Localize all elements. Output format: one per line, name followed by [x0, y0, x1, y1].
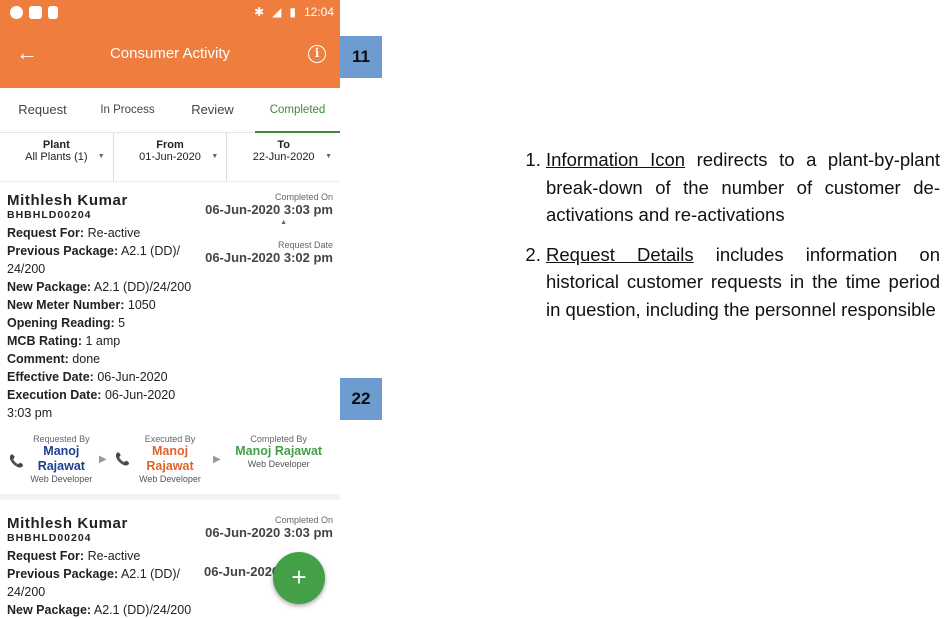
mcb-rating-row: MCB Rating: 1 amp [7, 334, 121, 348]
status-tabs: Request In Process Review Completed [0, 88, 340, 133]
caret-down-icon: ▼ [211, 153, 219, 160]
to-date-label: To [277, 139, 290, 151]
completed-on-value: 06-Jun-2020 3:03 pm [205, 202, 333, 217]
spotify-icon [10, 5, 23, 19]
note-link-information-icon: Information Icon [546, 149, 686, 170]
opening-reading-row: Opening Reading: 5 [7, 316, 126, 330]
tab-request[interactable]: Request [0, 88, 85, 132]
phone-icon[interactable]: 📞 [9, 454, 24, 468]
phone-app-icon [48, 5, 58, 19]
from-date-filter[interactable]: From 01-Jun-2020 ▼ [112, 133, 227, 181]
status-left-icons [10, 5, 58, 19]
to-date-filter[interactable]: To 22-Jun-2020 ▼ [226, 133, 340, 181]
executed-by-label: Executed By [144, 434, 196, 444]
from-date-value: 01-Jun-2020 [139, 151, 201, 163]
request-date-label: Request Date [277, 240, 333, 250]
executed-by: Executed By Manoj Rajawat Web Developer [116, 434, 225, 484]
notes-panel: Information Icon redirects to a plant-by… [508, 146, 940, 335]
execution-date-row: Execution Date: 06-Jun-2020 3:03 pm [7, 388, 176, 420]
personnel-row: 📞 Requested By Manoj Rajawat Web Develope… [7, 434, 333, 484]
plus-icon[interactable]: + [273, 552, 325, 604]
new-package-row: New Package: A2.1 (DD)/24/200 [7, 280, 192, 294]
image-icon [29, 5, 42, 19]
status-right-icons: ✱ ◢ ▮ 12:04 [254, 5, 334, 19]
arrow-right-icon: ▶ [99, 454, 107, 465]
note-item-2: Request Details includes information on … [546, 241, 940, 324]
plant-filter-value: All Plants (1) [25, 151, 88, 163]
annotation-badge-2: 22 [340, 378, 382, 420]
completed-by: Completed By Manoj Rajawat Web Developer [224, 434, 333, 469]
tab-completed[interactable]: Completed [255, 88, 340, 133]
completed-on-label: Completed On [274, 192, 333, 202]
page-title: Consumer Activity [109, 45, 231, 62]
phone-screen: ✱ ◢ ▮ 12:04 ← Consumer Activity i Reques… [0, 0, 340, 618]
requested-by-position: Web Developer [30, 474, 93, 484]
completed-on-block: Completed On 06-Jun-2020 3:03 pm [205, 515, 333, 540]
caret-down-icon: ▼ [325, 153, 333, 160]
executed-by-name: Manoj Rajawat [146, 444, 194, 473]
status-bar: ✱ ◢ ▮ 12:04 [0, 0, 340, 24]
request-date-value: 06-Jun-2020 [204, 564, 280, 579]
bluetooth-icon: ✱ [254, 5, 265, 19]
from-date-label: From [156, 139, 184, 151]
request-card[interactable]: Mithlesh Kumar BHBHLD00204 Completed On … [0, 182, 340, 500]
meter-number-row: New Meter Number: 1050 [7, 298, 156, 312]
app-bar: ← Consumer Activity i [0, 22, 340, 88]
note-link-request-details: Request Details [546, 243, 694, 265]
executed-by-position: Web Developer [139, 474, 201, 484]
to-date-value: 22-Jun-2020 [252, 151, 315, 163]
completed-on-value: 06-Jun-2020 3:03 pm [205, 525, 333, 540]
caret-down-icon: ▼ [97, 153, 105, 160]
effective-date-row: Effective Date: 06-Jun-2020 [7, 370, 168, 384]
new-package-row: New Package: A2.1 (DD)/24/200 [7, 603, 192, 617]
phone-icon[interactable]: 📞 [115, 452, 130, 466]
battery-icon: ▮ [289, 5, 296, 19]
plant-filter-label: Plant [42, 139, 70, 151]
arrow-right-icon: ▶ [213, 454, 221, 465]
annotation-badge-1: 11 [340, 36, 382, 78]
note-item-1: Information Icon redirects to a plant-by… [546, 146, 940, 229]
info-icon[interactable]: i [308, 45, 326, 63]
tab-in-process[interactable]: In Process [85, 88, 170, 132]
signal-icon: ◢ [272, 5, 282, 19]
completed-on-block: Completed On 06-Jun-2020 3:03 pm ▲ [205, 192, 333, 226]
filter-bar: Plant All Plants (1) ▼ From 01-Jun-2020 … [0, 133, 340, 182]
request-date-block: Request Date 06-Jun-2020 3:02 pm [205, 240, 333, 265]
completed-by-position: Web Developer [247, 459, 310, 469]
tab-review[interactable]: Review [170, 88, 255, 132]
completed-by-label: Completed By [250, 434, 307, 444]
caret-up-icon[interactable]: ▲ [205, 219, 287, 226]
plant-filter[interactable]: Plant All Plants (1) ▼ [0, 133, 113, 181]
request-date-value: 06-Jun-2020 3:02 pm [205, 250, 333, 265]
completed-on-label: Completed On [274, 515, 333, 525]
comment-row: Comment: done [7, 352, 101, 366]
request-date-block: 06-Jun-2020 [204, 564, 279, 579]
status-time: 12:04 [303, 5, 334, 19]
completed-by-name: Manoj Rajawat [235, 444, 323, 458]
requested-by-label: Requested By [33, 434, 90, 444]
